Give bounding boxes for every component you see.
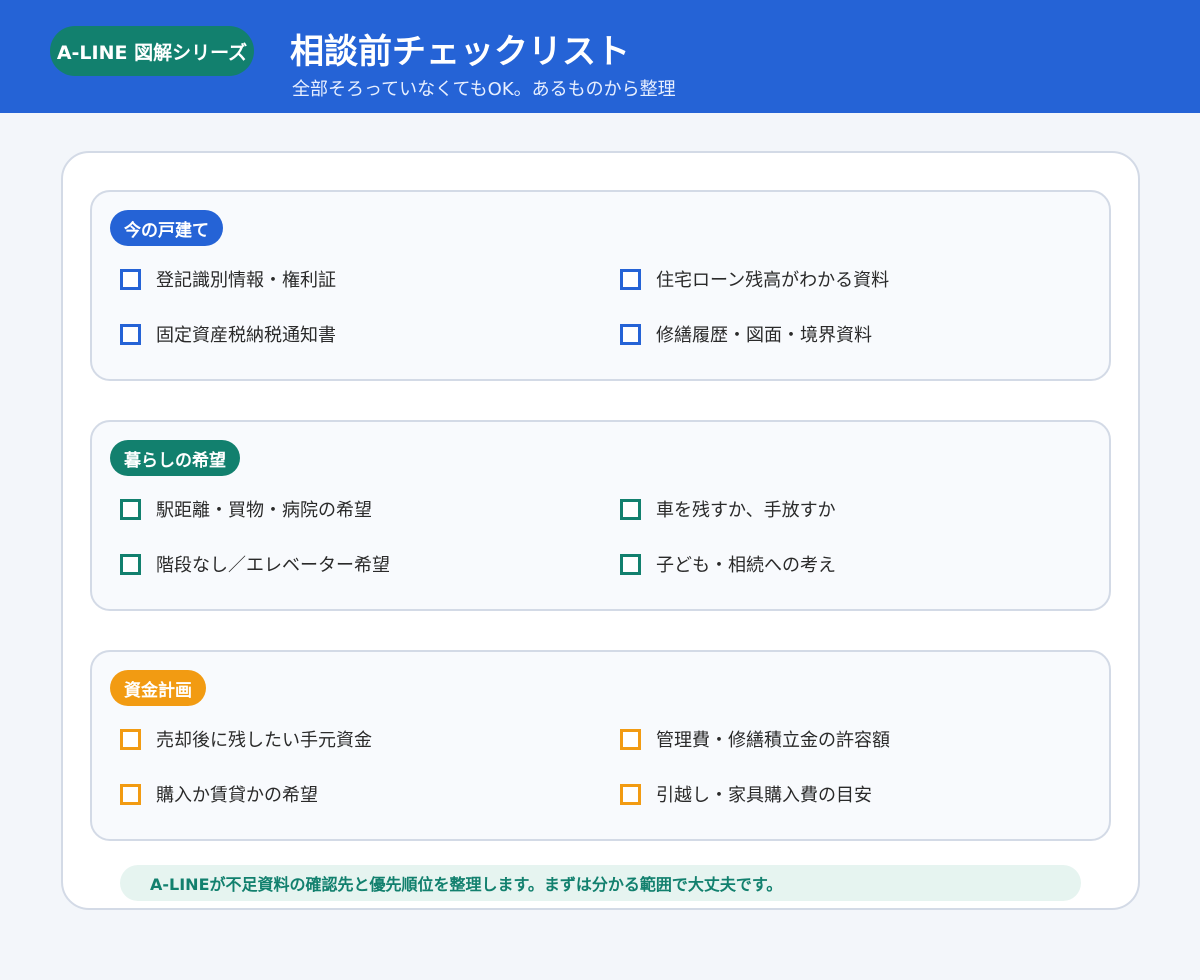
checklist-item[interactable]: 修繕履歴・図面・境界資料 [620,322,872,346]
checkbox[interactable] [620,783,641,805]
checklist-item-label: 車を残すか、手放すか [656,500,836,521]
footer-note: A-LINEが不足資料の確認先と優先順位を整理します。まずは分かる範囲で大丈夫で… [120,865,1081,901]
checkbox[interactable] [120,783,141,805]
checklist-item[interactable]: 駅距離・買物・病院の希望 [120,497,372,521]
section-label: 暮らしの希望 [110,440,240,476]
checklist-item-label: 子ども・相続への考え [656,555,836,576]
checkbox[interactable] [620,268,641,290]
checklist-item-label: 売却後に残したい手元資金 [156,730,372,751]
checklist-item[interactable]: 車を残すか、手放すか [620,497,836,521]
checklist-item-label: 固定資産税納税通知書 [156,325,336,346]
checklist-item-label: 駅距離・買物・病院の希望 [156,500,372,521]
checklist-item[interactable]: 管理費・修繕積立金の許容額 [620,727,890,751]
checklist-item[interactable]: 子ども・相続への考え [620,552,836,576]
checklist-item-label: 住宅ローン残高がわかる資料 [656,270,890,291]
series-badge: A-LINE 図解シリーズ [50,26,254,76]
section-lifestyle-wishes: 暮らしの希望 駅距離・買物・病院の希望 車を残すか、手放すか 階段なし／エレベー… [90,420,1111,611]
checkbox[interactable] [120,323,141,345]
checkbox[interactable] [120,268,141,290]
checkbox[interactable] [620,323,641,345]
checklist-item[interactable]: 固定資産税納税通知書 [120,322,336,346]
checklist-item[interactable]: 引越し・家具購入費の目安 [620,782,872,806]
checkbox[interactable] [620,553,641,575]
page-subtitle: 全部そろっていなくてもOK。あるものから整理 [292,79,676,100]
checklist-item-label: 修繕履歴・図面・境界資料 [656,325,872,346]
checkbox[interactable] [620,498,641,520]
section-label: 今の戸建て [110,210,223,246]
checkbox[interactable] [120,498,141,520]
page-title: 相談前チェックリスト [290,32,630,72]
checkbox[interactable] [120,728,141,750]
checklist-item[interactable]: 売却後に残したい手元資金 [120,727,372,751]
checklist-item-label: 管理費・修繕積立金の許容額 [656,730,890,751]
section-label: 資金計画 [110,670,206,706]
checklist-item[interactable]: 購入か賃貸かの希望 [120,782,318,806]
checkbox[interactable] [120,553,141,575]
checklist-item-label: 引越し・家具購入費の目安 [656,785,872,806]
header-bar: A-LINE 図解シリーズ 相談前チェックリスト 全部そろっていなくてもOK。あ… [0,0,1200,113]
checklist-item[interactable]: 階段なし／エレベーター希望 [120,552,390,576]
section-current-house: 今の戸建て 登記識別情報・権利証 住宅ローン残高がわかる資料 固定資産税納税通知… [90,190,1111,381]
checklist-item[interactable]: 住宅ローン残高がわかる資料 [620,267,889,291]
checklist-item-label: 購入か賃貸かの希望 [156,785,318,806]
section-funding-plan: 資金計画 売却後に残したい手元資金 管理費・修繕積立金の許容額 購入か賃貸かの希… [90,650,1111,841]
checklist-item[interactable]: 登記識別情報・権利証 [120,267,336,291]
checklist-item-label: 登記識別情報・権利証 [156,270,336,291]
checklist-item-label: 階段なし／エレベーター希望 [156,555,390,576]
checkbox[interactable] [620,728,641,750]
